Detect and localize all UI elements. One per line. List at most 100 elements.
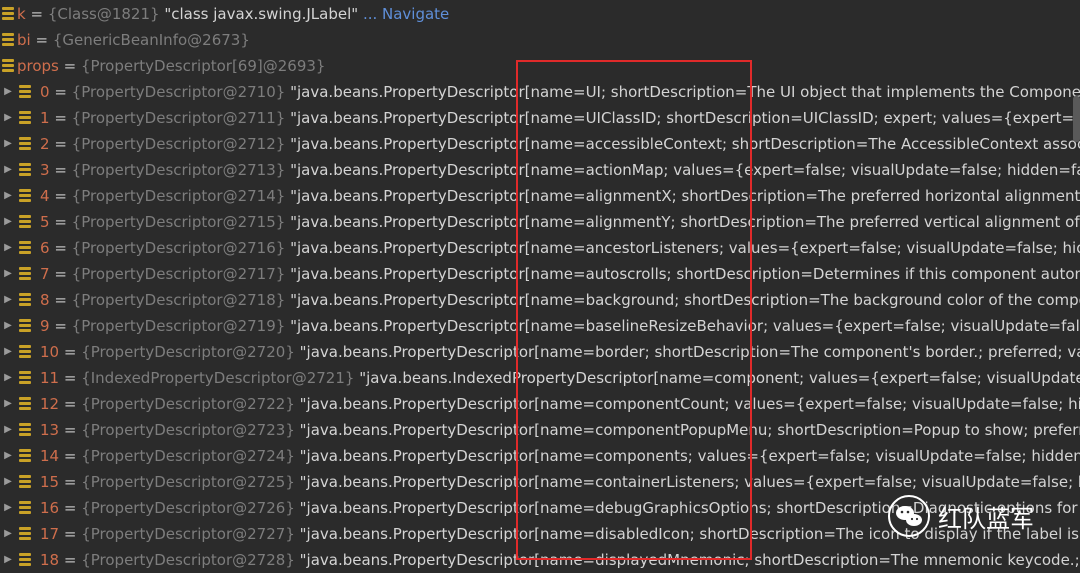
variable-row-bi[interactable]: bi = {GenericBeanInfo@2673}	[0, 27, 1080, 53]
expand-arrow-icon[interactable]: ▶	[3, 261, 13, 287]
expand-arrow-icon[interactable]: ▶	[3, 547, 13, 573]
array-index: 12	[40, 395, 60, 413]
property-row[interactable]: ▶ 12 = {PropertyDescriptor@2722} "java.be…	[0, 391, 1080, 417]
expand-arrow-icon[interactable]: ▶	[3, 443, 13, 469]
expand-arrow-icon[interactable]: ▶	[3, 469, 13, 495]
expand-arrow-icon[interactable]: ▶	[3, 339, 13, 365]
field-icon	[2, 7, 14, 21]
property-row[interactable]: ▶ 18 = {PropertyDescriptor@2728} "java.be…	[0, 547, 1080, 573]
variable-value: "java.beans.PropertyDescriptor[name=UI; …	[290, 83, 1080, 101]
expand-arrow-icon[interactable]: ▶	[3, 183, 13, 209]
watermark: 红队蓝军	[888, 494, 1034, 538]
wechat-icon	[888, 495, 930, 537]
expand-arrow-icon[interactable]: ▶	[3, 391, 13, 417]
property-row[interactable]: ▶ 15 = {PropertyDescriptor@2725} "java.be…	[0, 469, 1080, 495]
expand-arrow-icon[interactable]: ▶	[3, 287, 13, 313]
field-icon	[19, 423, 31, 437]
expand-arrow-icon[interactable]: ▶	[3, 313, 13, 339]
property-row[interactable]: ▶ 10 = {PropertyDescriptor@2720} "java.be…	[0, 339, 1080, 365]
array-index: 9	[40, 317, 50, 335]
property-row[interactable]: ▶ 5 = {PropertyDescriptor@2715} "java.bea…	[0, 209, 1080, 235]
expand-arrow-icon[interactable]: ▶	[3, 131, 13, 157]
variable-type: {PropertyDescriptor@2718}	[71, 291, 286, 309]
variable-type: {PropertyDescriptor@2717}	[71, 265, 286, 283]
variable-value: "java.beans.PropertyDescriptor[name=bord…	[299, 343, 1080, 361]
array-index: 15	[40, 473, 60, 491]
equals-sign: =	[49, 291, 72, 309]
array-index: 8	[40, 291, 50, 309]
field-icon	[2, 33, 14, 47]
property-row[interactable]: ▶ 9 = {PropertyDescriptor@2719} "java.bea…	[0, 313, 1080, 339]
variable-value: "java.beans.PropertyDescriptor[name=comp…	[299, 395, 1080, 413]
field-icon	[19, 137, 31, 151]
field-icon	[19, 553, 31, 567]
property-row[interactable]: ▶ 3 = {PropertyDescriptor@2713} "java.bea…	[0, 157, 1080, 183]
property-row[interactable]: ▶ 14 = {PropertyDescriptor@2724} "java.be…	[0, 443, 1080, 469]
array-index: 7	[40, 265, 50, 283]
equals-sign: =	[49, 265, 72, 283]
variable-value: "java.beans.IndexedPropertyDescriptor[na…	[359, 369, 1080, 387]
property-row[interactable]: ▶ 8 = {PropertyDescriptor@2718} "java.bea…	[0, 287, 1080, 313]
variable-type: {PropertyDescriptor@2724}	[81, 447, 295, 465]
property-row[interactable]: ▶ 13 = {PropertyDescriptor@2723} "java.be…	[0, 417, 1080, 443]
expand-arrow-icon[interactable]: ▶	[3, 105, 13, 131]
equals-sign: =	[59, 369, 82, 387]
navigate-link[interactable]: ... Navigate	[363, 5, 449, 23]
equals-sign: =	[49, 187, 72, 205]
equals-sign: =	[49, 239, 72, 257]
field-icon	[19, 189, 31, 203]
equals-sign: =	[49, 213, 72, 231]
expand-arrow-icon[interactable]: ▶	[3, 495, 13, 521]
variable-type: {PropertyDescriptor@2720}	[81, 343, 295, 361]
array-index: 17	[40, 525, 60, 543]
equals-sign: =	[49, 161, 72, 179]
expand-arrow-icon[interactable]: ▶	[3, 209, 13, 235]
variable-value: "class javax.swing.JLabel"	[164, 5, 359, 23]
field-icon	[19, 371, 31, 385]
variable-value: "java.beans.PropertyDescriptor[name=base…	[290, 317, 1080, 335]
expand-arrow-icon[interactable]: ▶	[3, 79, 13, 105]
variable-value: "java.beans.PropertyDescriptor[name=acti…	[290, 161, 1080, 179]
field-icon	[19, 267, 31, 281]
field-icon	[2, 59, 14, 73]
property-row[interactable]: ▶ 2 = {PropertyDescriptor@2712} "java.bea…	[0, 131, 1080, 157]
property-row[interactable]: ▶ 11 = {IndexedPropertyDescriptor@2721} "…	[0, 365, 1080, 391]
equals-sign: =	[63, 57, 81, 75]
array-index: 1	[40, 109, 50, 127]
variable-type: {PropertyDescriptor[69]@2693}	[81, 57, 326, 75]
variable-type: {PropertyDescriptor@2727}	[81, 525, 295, 543]
variable-value: "java.beans.PropertyDescriptor[name=auto…	[290, 265, 1080, 283]
equals-sign: =	[59, 343, 82, 361]
variable-type: {Class@1821}	[47, 5, 160, 23]
equals-sign: =	[59, 421, 82, 439]
variable-value: "java.beans.PropertyDescriptor[name=comp…	[299, 447, 1080, 465]
variable-type: {PropertyDescriptor@2723}	[81, 421, 295, 439]
expand-arrow-icon[interactable]: ▶	[3, 521, 13, 547]
expand-arrow-icon[interactable]: ▶	[3, 235, 13, 261]
variable-type: {PropertyDescriptor@2726}	[81, 499, 295, 517]
property-row[interactable]: ▶ 1 = {PropertyDescriptor@2711} "java.bea…	[0, 105, 1080, 131]
vertical-scrollbar[interactable]	[1073, 96, 1080, 142]
expand-arrow-icon[interactable]: ▶	[3, 365, 13, 391]
expand-arrow-icon[interactable]: ▶	[3, 157, 13, 183]
variable-row-k[interactable]: k = {Class@1821} "class javax.swing.JLab…	[0, 1, 1080, 27]
variable-type: {PropertyDescriptor@2714}	[71, 187, 286, 205]
array-index: 11	[40, 369, 60, 387]
expand-arrow-icon[interactable]: ▶	[3, 417, 13, 443]
field-icon	[19, 501, 31, 515]
array-index: 6	[40, 239, 50, 257]
variable-type: {PropertyDescriptor@2712}	[71, 135, 286, 153]
variable-type: {PropertyDescriptor@2725}	[81, 473, 295, 491]
variable-row-props[interactable]: props = {PropertyDescriptor[69]@2693}	[0, 53, 1080, 79]
variable-type: {GenericBeanInfo@2673}	[52, 31, 250, 49]
variable-type: {PropertyDescriptor@2715}	[71, 213, 286, 231]
variable-type: {PropertyDescriptor@2719}	[71, 317, 286, 335]
property-row[interactable]: ▶ 7 = {PropertyDescriptor@2717} "java.bea…	[0, 261, 1080, 287]
variable-value: "java.beans.PropertyDescriptor[name=UICl…	[290, 109, 1080, 127]
property-row[interactable]: ▶ 6 = {PropertyDescriptor@2716} "java.bea…	[0, 235, 1080, 261]
property-row[interactable]: ▶ 4 = {PropertyDescriptor@2714} "java.bea…	[0, 183, 1080, 209]
field-icon	[19, 215, 31, 229]
property-row[interactable]: ▶ 0 = {PropertyDescriptor@2710} "java.bea…	[0, 79, 1080, 105]
equals-sign: =	[49, 109, 72, 127]
equals-sign: =	[59, 395, 82, 413]
